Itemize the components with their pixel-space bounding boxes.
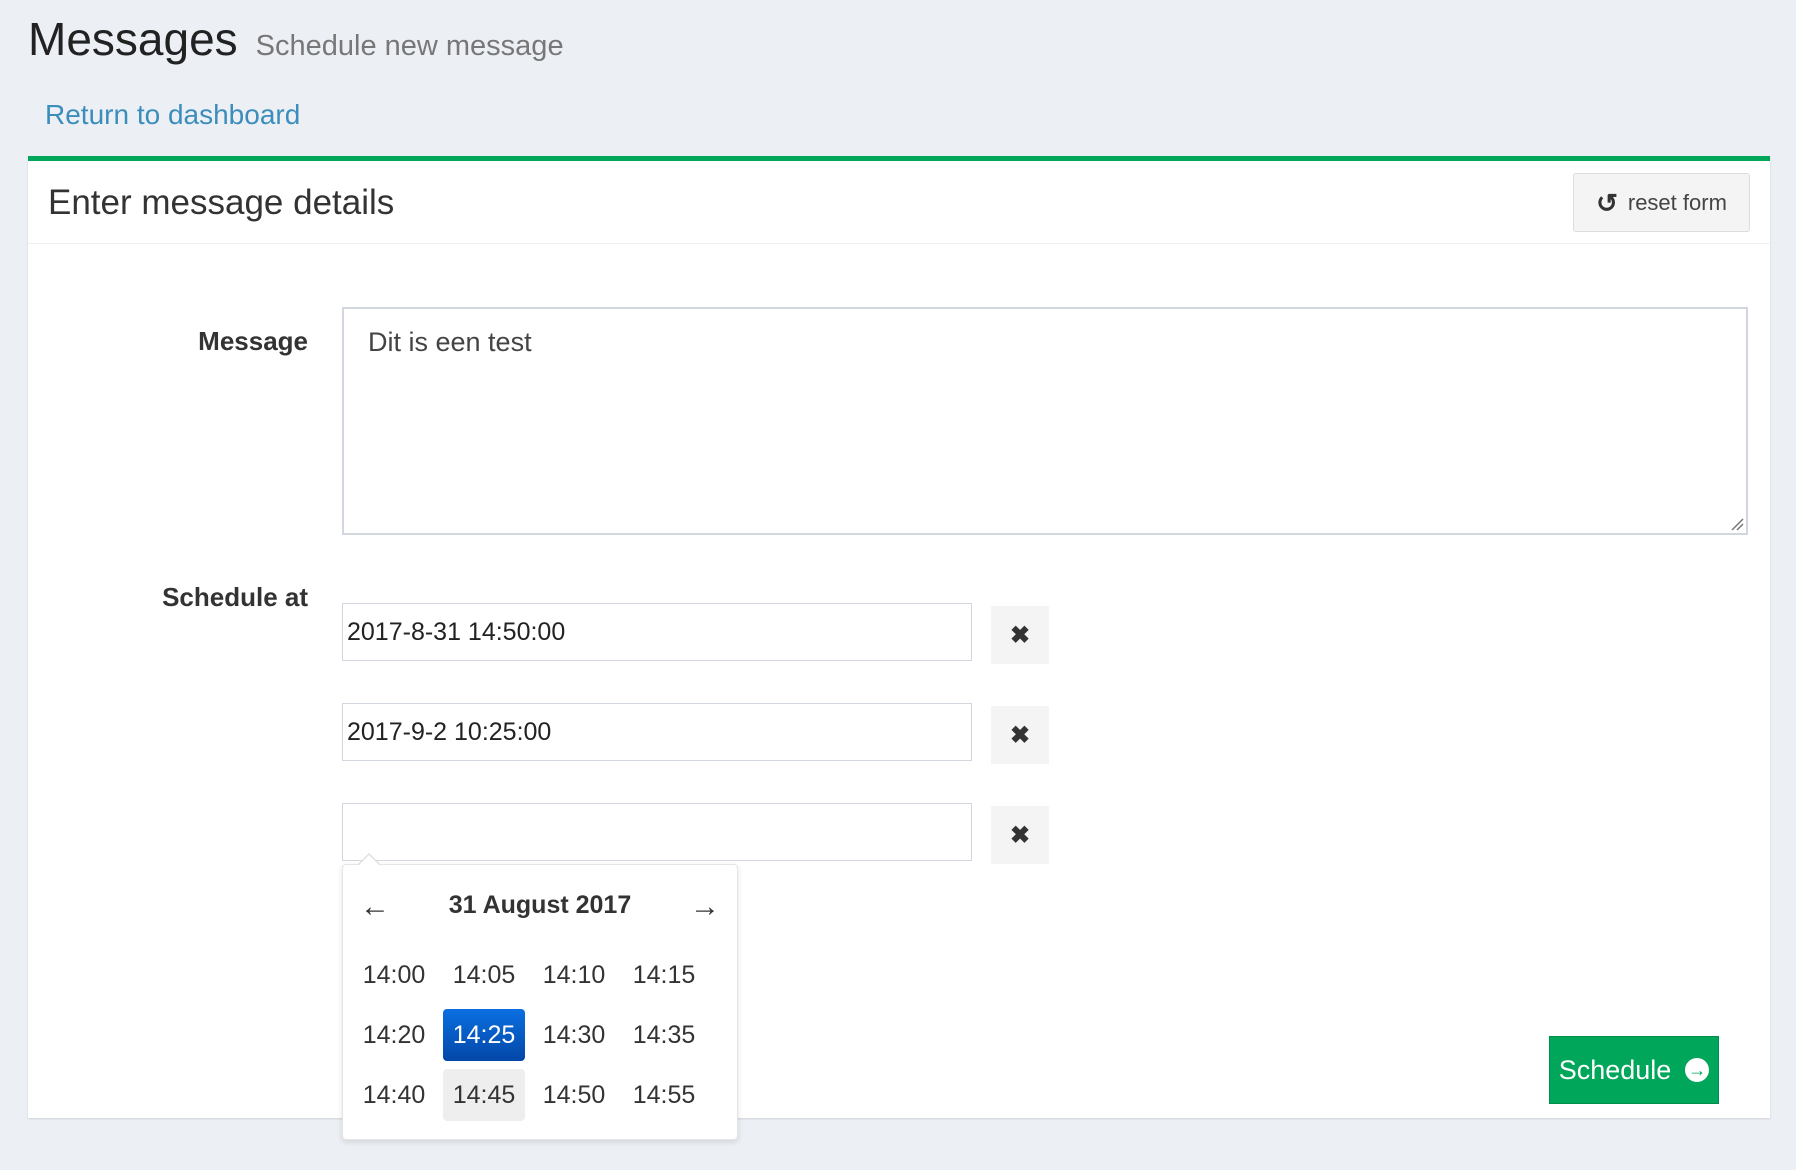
time-option[interactable]: 14:50 <box>533 1069 615 1121</box>
schedule-button[interactable]: Schedule → <box>1549 1036 1719 1104</box>
time-option[interactable]: 14:35 <box>623 1009 705 1061</box>
page-header: Messages Schedule new message <box>28 12 564 66</box>
schedule-datetime-input-2[interactable] <box>342 703 972 761</box>
times-icon: ✖ <box>1009 721 1031 749</box>
time-option[interactable]: 14:30 <box>533 1009 615 1061</box>
arrow-right-icon[interactable]: → <box>685 889 725 925</box>
picker-date-title[interactable]: 31 August 2017 <box>403 891 677 920</box>
remove-datetime-button-2[interactable]: ✖ <box>991 706 1049 764</box>
undo-icon: ↺ <box>1596 187 1618 218</box>
time-option[interactable]: 14:45 <box>443 1069 525 1121</box>
schedule-at-label: Schedule at <box>162 582 308 612</box>
times-icon: ✖ <box>1009 621 1031 649</box>
time-option[interactable]: 14:55 <box>623 1069 705 1121</box>
time-option[interactable]: 14:05 <box>443 949 525 1001</box>
time-option[interactable]: 14:25 <box>443 1009 525 1061</box>
times-icon: ✖ <box>1009 821 1031 849</box>
schedule-button-label: Schedule <box>1558 1054 1672 1085</box>
resize-grip-icon[interactable] <box>1730 517 1744 531</box>
box-header: Enter message details ↺ reset form <box>28 161 1770 244</box>
page-title: Messages <box>28 13 238 65</box>
datetime-picker-dropdown: ← 31 August 2017 → 14:00 14:05 14:10 14:15 1… <box>342 853 738 1140</box>
message-details-box: Enter message details ↺ reset form Messa… <box>28 156 1770 1140</box>
remove-datetime-button-1[interactable]: ✖ <box>991 606 1049 664</box>
page-subtitle: Schedule new message <box>255 30 564 62</box>
time-option[interactable]: 14:15 <box>623 949 705 1001</box>
arrow-left-icon[interactable]: ← <box>355 889 395 925</box>
schedule-datetime-input-1[interactable] <box>342 603 972 661</box>
time-grid: 14:00 14:05 14:10 14:15 14:20 14:25 14:30 14:35… <box>353 949 713 1121</box>
message-label: Message <box>198 326 308 356</box>
time-option[interactable]: 14:00 <box>353 949 435 1001</box>
reset-form-label: reset form <box>1627 189 1727 215</box>
box-title: Enter message details <box>48 183 395 222</box>
time-option[interactable]: 14:40 <box>353 1069 435 1121</box>
time-option[interactable]: 14:10 <box>533 949 615 1001</box>
return-to-dashboard-link[interactable]: Return to dashboard <box>45 99 300 131</box>
remove-datetime-button-3[interactable]: ✖ <box>991 806 1049 864</box>
reset-form-button[interactable]: ↺ reset form <box>1573 173 1750 232</box>
picker-caret-inner <box>359 855 379 865</box>
message-textarea[interactable] <box>342 307 1748 535</box>
time-option[interactable]: 14:20 <box>353 1009 435 1061</box>
arrow-circle-right-icon: → <box>1685 1058 1710 1082</box>
schedule-datetime-input-3[interactable] <box>342 803 972 861</box>
